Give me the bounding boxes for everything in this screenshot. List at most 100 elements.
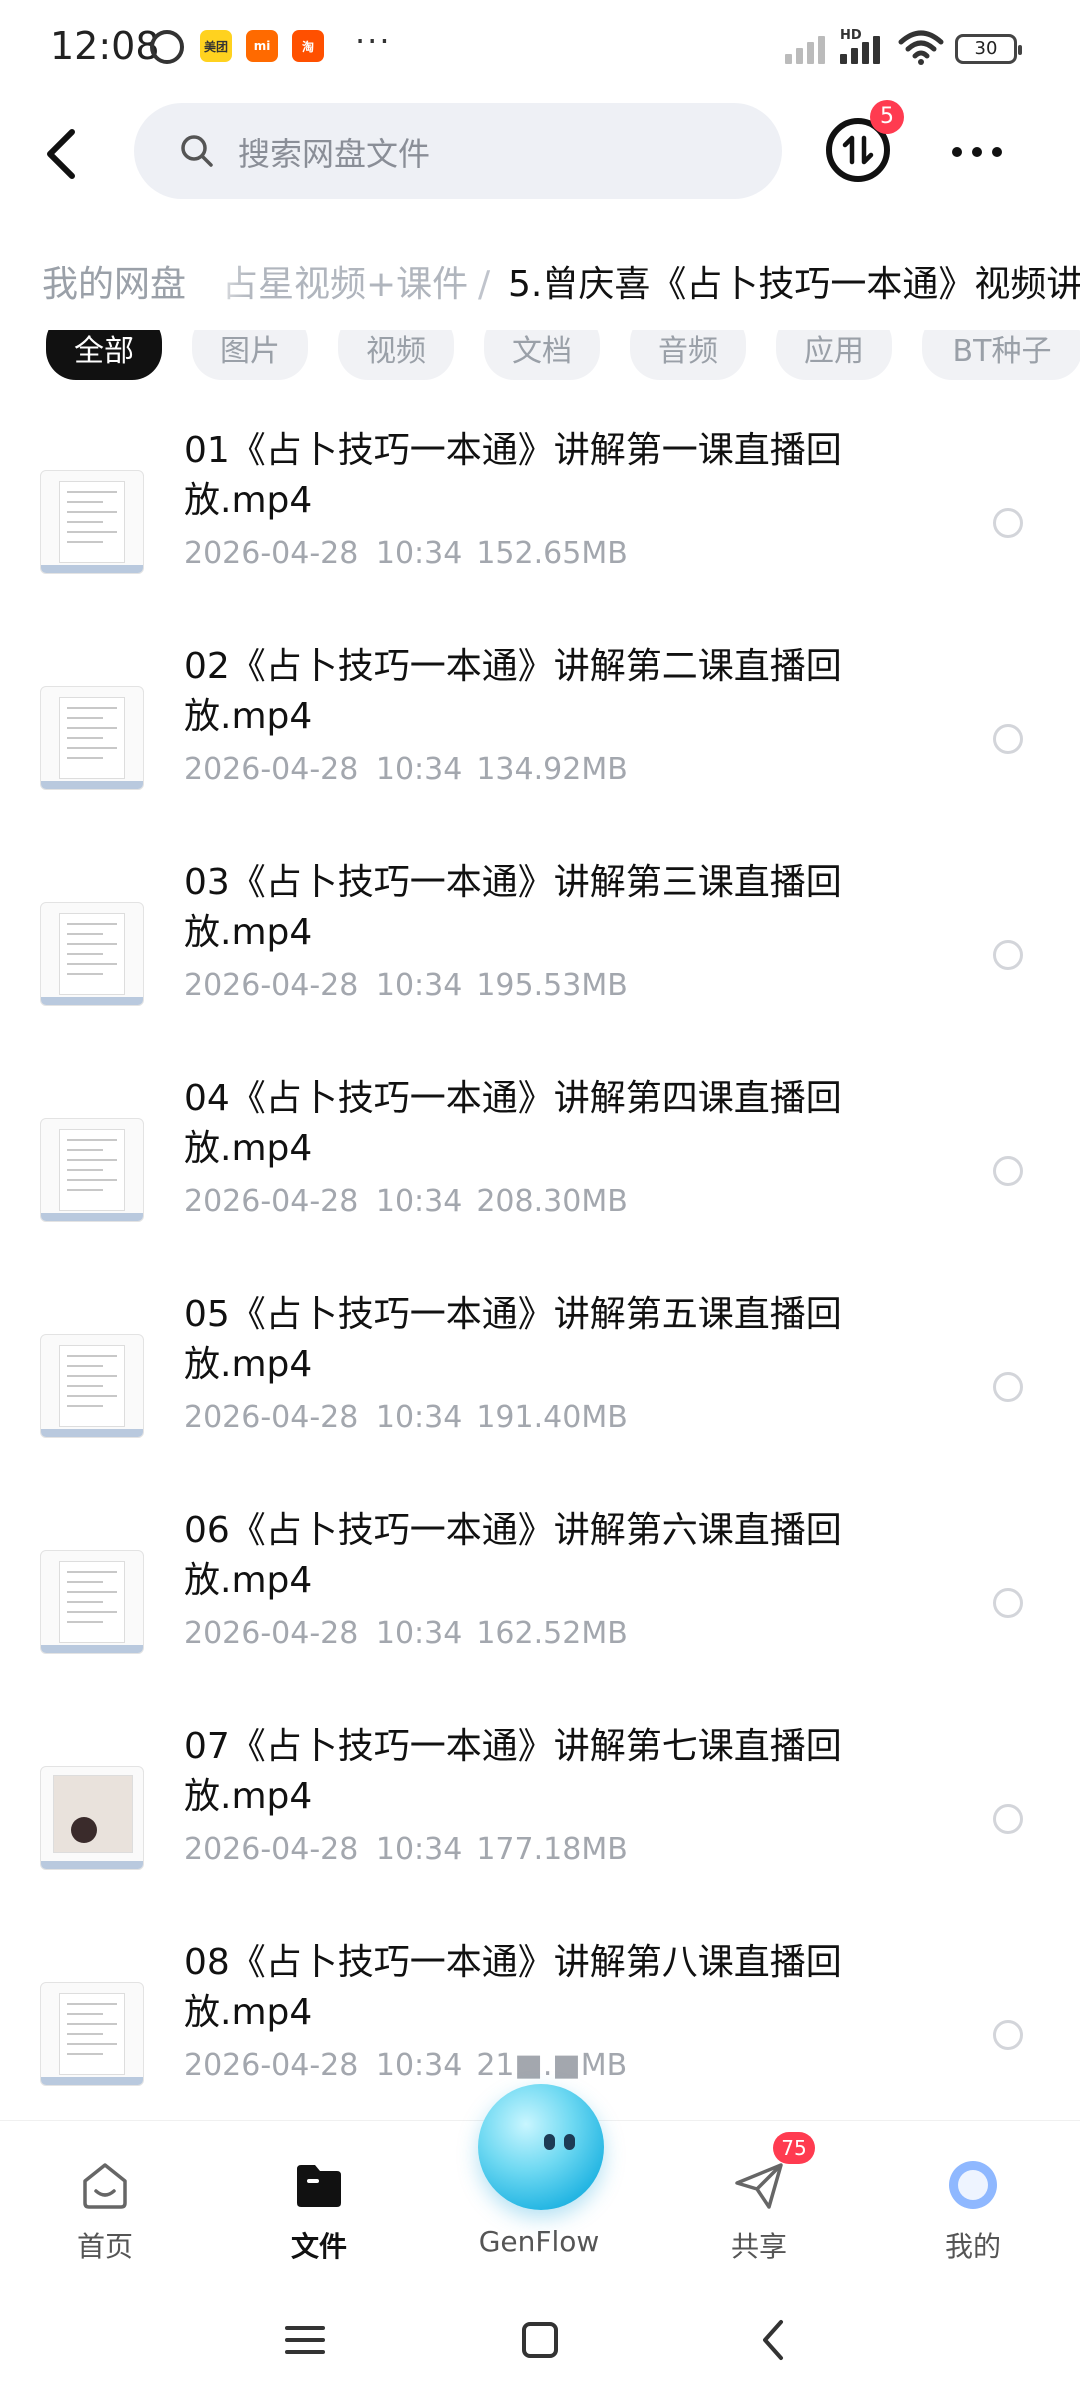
more-options-button[interactable] (952, 132, 1012, 172)
file-row[interactable]: 07《占卜技巧一本通》讲解第七课直播回放.mp4 2026-04-28 10:34… (0, 1706, 1080, 1922)
select-radio[interactable] (993, 2020, 1023, 2050)
file-row[interactable]: 05《占卜技巧一本通》讲解第五课直播回放.mp4 2026-04-28 10:34… (0, 1274, 1080, 1490)
back-button[interactable] (32, 118, 92, 188)
thumbnail-text-line (67, 1611, 117, 1613)
file-date: 2026-04-28 10:34 (184, 1832, 463, 1867)
breadcrumb-root[interactable]: 我的网盘 (20, 240, 209, 330)
file-size: 177.18MB (476, 1832, 628, 1867)
thumbnail-text-line (67, 1591, 117, 1593)
thumbnail-text-line (67, 491, 117, 493)
transfer-count-badge: 5 (870, 100, 904, 134)
status-time: 12:08 (50, 24, 160, 68)
nav-share[interactable]: 共享 (684, 2157, 834, 2267)
thumbnail-document-preview (53, 1775, 133, 1853)
genflow-orb-button[interactable] (478, 2084, 604, 2210)
file-meta: 2026-04-28 10:34 162.52MB (184, 1616, 628, 1651)
filter-chip-videos[interactable]: 视频 (338, 330, 454, 380)
thumbnail-text-line (67, 923, 117, 925)
file-name: 03《占卜技巧一本通》讲解第三课直播回放.mp4 (184, 862, 842, 953)
search-input[interactable]: 搜索网盘文件 (134, 103, 782, 199)
thumbnail-text-line (67, 1571, 117, 1573)
system-nav-bar (0, 2270, 1080, 2400)
video-thumbnail (40, 1334, 144, 1438)
thumbnail-text-line (67, 943, 117, 945)
file-date: 2026-04-28 10:34 (184, 2048, 463, 2083)
file-size: 21■.■MB (476, 2048, 628, 2083)
select-radio[interactable] (993, 508, 1023, 538)
thumbnail-text-line (67, 1179, 117, 1181)
back-nav-icon[interactable] (745, 2310, 805, 2370)
nav-me[interactable]: 我的 (898, 2157, 1048, 2267)
nav-files-label: 文件 (290, 2230, 347, 2263)
thumbnail-text-line (67, 1601, 103, 1603)
folder-icon (297, 2165, 341, 2207)
file-size: 195.53MB (476, 968, 628, 1003)
file-row[interactable]: 01《占卜技巧一本通》讲解第一课直播回放.mp4 2026-04-28 10:34… (0, 410, 1080, 626)
select-radio[interactable] (993, 1372, 1023, 1402)
select-radio[interactable] (993, 1156, 1023, 1186)
home-square-icon[interactable] (510, 2310, 570, 2370)
menu-icon[interactable] (275, 2310, 335, 2370)
nav-genflow-label: GenFlow (478, 2225, 600, 2258)
thumbnail-taskbar (41, 565, 143, 573)
breadcrumb-parent[interactable]: 占星视频+课件 (222, 240, 468, 330)
breadcrumb-separator: / (478, 264, 491, 305)
nav-files[interactable]: 文件 (244, 2157, 394, 2267)
file-row[interactable]: 04《占卜技巧一本通》讲解第四课直播回放.mp4 2026-04-28 10:34… (0, 1058, 1080, 1274)
select-radio[interactable] (993, 724, 1023, 754)
file-name: 04《占卜技巧一本通》讲解第四课直播回放.mp4 (184, 1078, 842, 1169)
thumbnail-text-line (67, 933, 103, 935)
thumbnail-taskbar (41, 1861, 143, 1869)
more-notifications-icon: ··· (355, 22, 392, 60)
file-meta: 2026-04-28 10:34 134.92MB (184, 752, 628, 787)
thumbnail-text-line (67, 707, 117, 709)
select-radio[interactable] (993, 1804, 1023, 1834)
signal-sim1-icon (785, 36, 825, 64)
select-radio[interactable] (993, 940, 1023, 970)
thumbnail-text-line (67, 1149, 103, 1151)
filter-chip-audio[interactable]: 音频 (630, 330, 746, 380)
thumbnail-object (71, 1817, 97, 1843)
file-meta: 2026-04-28 10:34 152.65MB (184, 536, 628, 571)
thumbnail-text-line (67, 747, 117, 749)
file-size: 152.65MB (476, 536, 628, 571)
video-thumbnail (40, 1118, 144, 1222)
thumbnail-text-line (67, 757, 103, 759)
file-row[interactable]: 02《占卜技巧一本通》讲解第二课直播回放.mp4 2026-04-28 10:34… (0, 626, 1080, 842)
nav-home[interactable]: 首页 (30, 2157, 180, 2267)
thumbnail-text-line (67, 541, 103, 543)
file-meta: 2026-04-28 10:34 208.30MB (184, 1184, 628, 1219)
more-dot-icon (952, 147, 962, 157)
search-icon (181, 135, 213, 167)
file-meta: 2026-04-28 10:34 195.53MB (184, 968, 628, 1003)
thumbnail-text-line (67, 963, 117, 965)
filter-chip-documents[interactable]: 文档 (484, 330, 600, 380)
filter-chip-images[interactable]: 图片 (192, 330, 308, 380)
file-type-filter-bar: 全部 图片 视频 文档 音频 应用 BT种子 (0, 330, 1080, 390)
filter-chip-all[interactable]: 全部 (46, 330, 162, 380)
breadcrumb: 占星视频+课件 / 5.曾庆喜《占卜技巧一本通》视频讲 我的网盘 (0, 240, 1080, 330)
file-row[interactable]: 06《占卜技巧一本通》讲解第六课直播回放.mp4 2026-04-28 10:34… (0, 1490, 1080, 1706)
video-thumbnail (40, 902, 144, 1006)
thumbnail-text-line (67, 737, 103, 739)
file-date: 2026-04-28 10:34 (184, 1616, 463, 1651)
filter-chip-apps[interactable]: 应用 (776, 330, 892, 380)
paper-plane-icon (735, 2163, 783, 2209)
select-radio[interactable] (993, 1588, 1023, 1618)
alarm-icon (150, 30, 184, 64)
filter-chip-bt[interactable]: BT种子 (922, 330, 1080, 380)
file-date: 2026-04-28 10:34 (184, 1184, 463, 1219)
chevron-left-icon (47, 129, 75, 179)
thumbnail-taskbar (41, 997, 143, 1005)
thumbnail-text-line (67, 727, 117, 729)
thumbnail-text-line (67, 953, 103, 955)
file-row[interactable]: 03《占卜技巧一本通》讲解第三课直播回放.mp4 2026-04-28 10:34… (0, 842, 1080, 1058)
file-name: 02《占卜技巧一本通》讲解第二课直播回放.mp4 (184, 646, 842, 737)
search-placeholder: 搜索网盘文件 (238, 135, 431, 173)
thumbnail-text-line (67, 717, 103, 719)
thumbnail-text-line (67, 501, 103, 503)
thumbnail-text-line (67, 1581, 103, 1583)
thumbnail-text-line (67, 1365, 103, 1367)
nav-share-label: 共享 (730, 2230, 787, 2263)
app-root: 12:08 美团 mi 淘 ··· HD 30 搜索网盘文件 5 占星视频+课件… (0, 0, 1080, 2400)
